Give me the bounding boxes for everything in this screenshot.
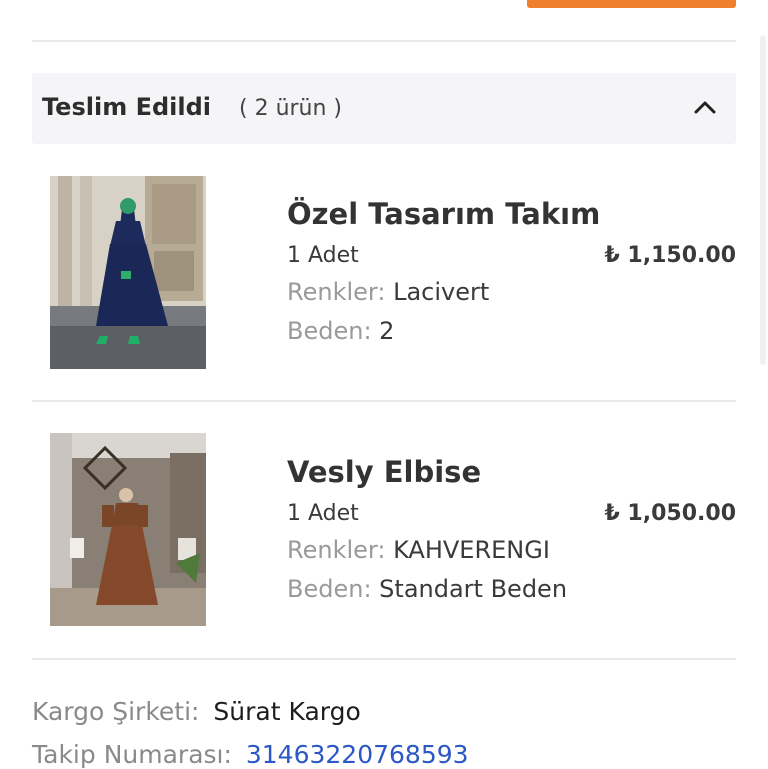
delivered-section-header[interactable]: Teslim Edildi ( 2 ürün )	[32, 73, 736, 144]
product-size: Beden: 2	[287, 317, 394, 345]
tracking-number: Takip Numarası: 31463220768593	[32, 740, 469, 769]
color-label: Renkler:	[287, 278, 386, 306]
product-price: ₺ 1,050.00	[604, 501, 736, 526]
section-item-count: ( 2 ürün )	[239, 96, 343, 121]
color-label: Renkler:	[287, 536, 386, 564]
product-color: Renkler: Lacivert	[287, 278, 489, 306]
shipping-company: Kargo Şirketi: Sürat Kargo	[32, 697, 361, 726]
product-price: ₺ 1,150.00	[604, 243, 736, 268]
size-label: Beden:	[287, 575, 372, 603]
product-quantity: 1 Adet	[287, 243, 359, 268]
product-name[interactable]: Özel Tasarım Takım	[287, 197, 600, 231]
shipping-company-value: Sürat Kargo	[213, 697, 361, 726]
color-value: KAHVERENGI	[393, 536, 550, 564]
scrollbar[interactable]	[760, 35, 766, 365]
primary-action-button[interactable]	[527, 0, 736, 8]
product-size: Beden: Standart Beden	[287, 575, 567, 603]
product-image-vesly-elbise[interactable]	[50, 433, 206, 626]
size-value: 2	[379, 317, 395, 345]
tracking-number-link[interactable]: 31463220768593	[246, 740, 469, 769]
size-label: Beden:	[287, 317, 372, 345]
size-value: Standart Beden	[379, 575, 568, 603]
shipping-company-label: Kargo Şirketi:	[32, 697, 200, 726]
product-image-ozel-tasarim-takim[interactable]	[50, 176, 206, 369]
divider	[32, 658, 736, 660]
chevron-up-icon[interactable]	[692, 96, 718, 118]
divider	[32, 40, 736, 42]
section-title: Teslim Edildi	[42, 93, 211, 121]
product-name[interactable]: Vesly Elbise	[287, 455, 481, 489]
product-quantity: 1 Adet	[287, 501, 359, 526]
divider	[32, 400, 736, 402]
tracking-label: Takip Numarası:	[32, 740, 232, 769]
color-value: Lacivert	[393, 278, 490, 306]
product-color: Renkler: KAHVERENGI	[287, 536, 550, 564]
